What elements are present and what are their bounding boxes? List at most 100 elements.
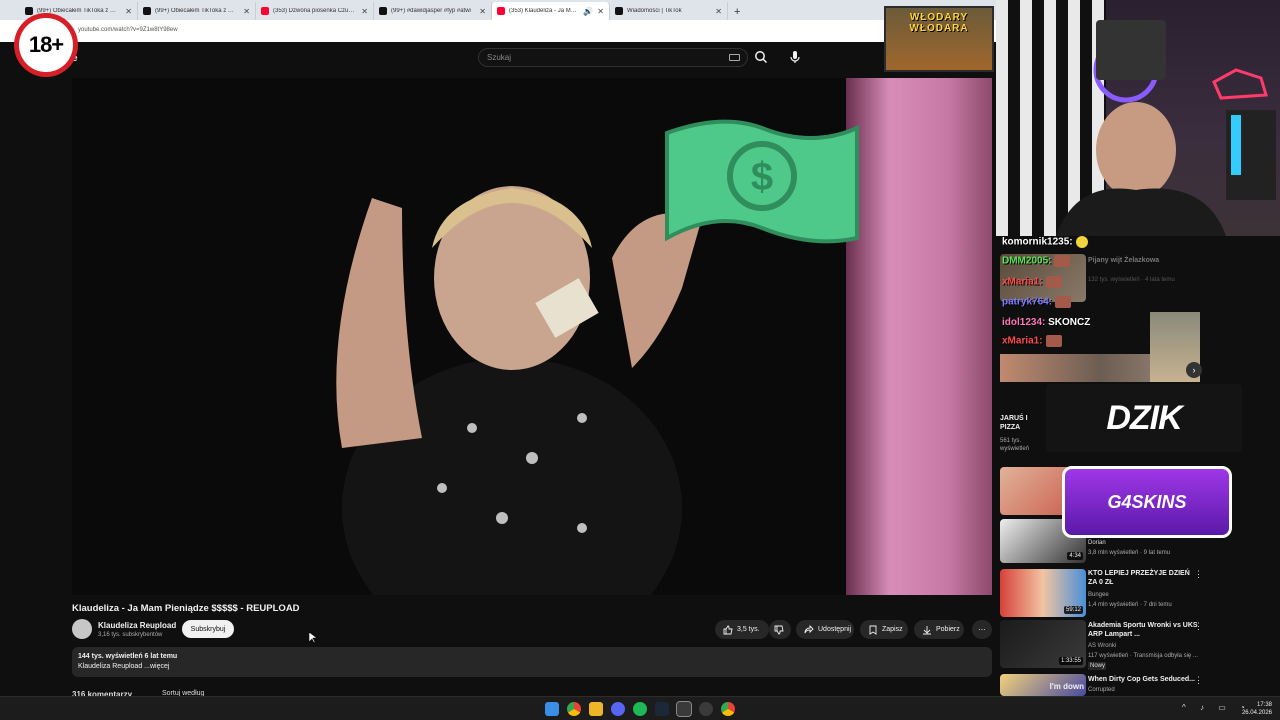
- thumbs-up-icon: [723, 625, 733, 634]
- emote-icon: [1045, 276, 1062, 288]
- more-actions-button[interactable]: ⋯: [972, 620, 992, 639]
- description-text[interactable]: Klaudeliza Reupload ...więcej: [78, 663, 169, 670]
- subscribe-button[interactable]: Subskrybuj: [182, 620, 234, 638]
- video-duration: 4:34: [1067, 552, 1083, 560]
- new-tab-button[interactable]: +: [734, 6, 740, 18]
- video-duration: 1:33:55: [1058, 657, 1083, 665]
- video-player[interactable]: $: [72, 78, 992, 595]
- chat-message: idol1234: SKONCZ: [1002, 317, 1090, 328]
- streamer-figure: [1056, 20, 1276, 236]
- discord-icon[interactable]: [611, 702, 625, 716]
- browser-tab[interactable]: Wiadomości | TikTok ✕: [610, 2, 728, 20]
- tiktok-icon: [25, 7, 33, 15]
- more-options-icon[interactable]: ⋮: [1194, 569, 1203, 580]
- search-input[interactable]: Szukaj: [478, 48, 748, 67]
- browser-tab[interactable]: (99+) #dawidjasper #fyp #atwi ✕: [374, 2, 492, 20]
- obs-icon[interactable]: [699, 702, 713, 716]
- close-icon[interactable]: ✕: [597, 7, 604, 16]
- view-count-and-date: 144 tys. wyświetleń 6 lat temu: [78, 653, 178, 660]
- more-options-icon[interactable]: ⋮: [1194, 675, 1203, 686]
- spotify-icon[interactable]: [633, 702, 647, 716]
- thumbnail-caption: I'm down: [1049, 682, 1084, 691]
- chat-message: patryk764:: [1002, 296, 1072, 308]
- close-icon[interactable]: ✕: [479, 7, 486, 16]
- recommendation-channel[interactable]: Bungee: [1088, 591, 1268, 599]
- recommendation-channel[interactable]: Dorian: [1088, 539, 1268, 547]
- mic-icon[interactable]: [788, 50, 802, 64]
- download-icon: [923, 625, 931, 634]
- g4skins-logo: G4SKINS: [1062, 466, 1232, 538]
- tab-title: (99+) #dawidjasper #fyp #atwi: [391, 8, 471, 14]
- chevron-right-icon[interactable]: ›: [1186, 362, 1202, 378]
- emote-icon: [1054, 255, 1071, 267]
- recommendation-title[interactable]: When Dirty Cop Gets Seduced...: [1088, 675, 1208, 684]
- close-icon[interactable]: ✕: [125, 7, 132, 16]
- recommendation-thumbnail[interactable]: 1:33:55: [1000, 620, 1086, 668]
- short-meta: 561 tys. wyświetleń: [1000, 438, 1030, 452]
- bookmark-icon: [869, 625, 877, 635]
- search-icon[interactable]: [754, 50, 768, 64]
- like-button[interactable]: 3,5 tys.: [715, 620, 769, 639]
- url-text[interactable]: youtube.com/watch?v=9Z1w8tY98ew: [78, 27, 178, 33]
- address-bar[interactable]: youtube.com/watch?v=9Z1w8tY98ew: [0, 20, 996, 42]
- age-rating-text: 18+: [19, 18, 73, 72]
- chat-username: xMaria1:: [1002, 335, 1043, 347]
- keyboard-icon[interactable]: [729, 54, 740, 61]
- download-label: Pobierz: [936, 626, 960, 633]
- recommendation-title[interactable]: Pijany wijt Żelazkowa: [1088, 256, 1268, 265]
- recommendation-channel[interactable]: Corrupted: [1088, 686, 1268, 694]
- youtube-icon: [261, 7, 269, 15]
- download-button[interactable]: Pobierz: [914, 620, 964, 639]
- terminal-icon[interactable]: [676, 701, 692, 717]
- recommendation-title[interactable]: KTO LEPIEJ PRZEŻYJE DZIEŃ ZA 0 ZŁ: [1088, 569, 1198, 587]
- close-icon[interactable]: ✕: [715, 7, 722, 16]
- save-label: Zapisz: [882, 626, 903, 633]
- description-box[interactable]: 144 tys. wyświetleń 6 lat temu Klaudeliz…: [72, 647, 992, 677]
- recommendation-meta: 3,8 mln wyświetleń · 9 lat temu: [1088, 550, 1171, 556]
- tiktok-icon: [615, 7, 623, 15]
- dislike-button[interactable]: [769, 620, 791, 639]
- money-sticker: $: [665, 119, 859, 244]
- browser-tab-active[interactable]: (353) Klaudeliza - Ja Mam P 🔊 ✕: [492, 2, 610, 20]
- windows-taskbar: ^ ♪ ▭ ◔ 17:38 26.04.2026: [0, 696, 1280, 720]
- browser-tab[interactable]: (99+) Obiecałem TikToka z @La ✕: [138, 2, 256, 20]
- video-title: Klaudeliza - Ja Mam Pieniądze $$$$$ - RE…: [72, 603, 300, 614]
- file-explorer-icon[interactable]: [589, 702, 603, 716]
- chat-username: idol1234:: [1002, 317, 1046, 328]
- recommendation-thumbnail[interactable]: I'm down: [1000, 674, 1086, 696]
- emote-icon: [1055, 296, 1072, 308]
- save-button[interactable]: Zapisz: [860, 620, 908, 639]
- channel-name[interactable]: Klaudeliza Reupload: [98, 621, 176, 630]
- chat-text: SKONCZ: [1048, 317, 1091, 328]
- tab-title: (99+) Obiecałem TikToka z @La: [155, 8, 240, 14]
- recommendation-meta: 1,4 mln wyświetleń · 7 dni temu: [1088, 602, 1172, 608]
- chat-username: komornik1235:: [1002, 236, 1073, 248]
- close-icon[interactable]: ✕: [361, 7, 368, 16]
- chat-message: DMM2005:: [1002, 255, 1071, 267]
- youtube-icon: [497, 7, 505, 15]
- chrome-icon[interactable]: [721, 702, 735, 716]
- chrome-icon[interactable]: [567, 702, 581, 716]
- recommendation-thumbnail[interactable]: 59:12: [1000, 569, 1086, 617]
- age-rating-badge: 18+: [14, 13, 78, 77]
- banner-text: WŁODARY WŁODARA: [909, 12, 969, 34]
- share-button[interactable]: Udostępnij: [796, 620, 854, 639]
- system-clock[interactable]: 17:38 26.04.2026: [1242, 701, 1272, 717]
- dzik-logo: DZIK: [1046, 384, 1242, 452]
- recommendation-title[interactable]: Akademia Sportu Wronki vs UKS ARP Lampar…: [1088, 621, 1198, 639]
- close-icon[interactable]: ✕: [243, 7, 250, 16]
- short-title[interactable]: JARUŚ I PIZZA: [1000, 414, 1044, 432]
- recommendation-meta: 132 tys. wyświetleń · 4 lata temu: [1088, 277, 1175, 283]
- browser-tab[interactable]: (353) Dzwona piosenka Czukcza ✕: [256, 2, 374, 20]
- recommendation-channel[interactable]: AS Wronki: [1088, 642, 1268, 650]
- steam-icon[interactable]: [655, 702, 669, 716]
- emote-icon: [1075, 236, 1088, 248]
- system-tray[interactable]: ^ ♪ ▭ ◔: [1182, 703, 1251, 712]
- windows-start-icon[interactable]: [545, 702, 559, 716]
- more-options-icon[interactable]: ⋮: [1194, 621, 1203, 632]
- chat-message: xMaria1:: [1002, 276, 1062, 288]
- recommendation-meta: 117 wyświetleń · Transmisja odbyła się .…: [1088, 653, 1198, 659]
- speaker-icon[interactable]: 🔊: [583, 7, 593, 16]
- share-icon: [804, 624, 814, 633]
- channel-avatar[interactable]: [72, 619, 92, 639]
